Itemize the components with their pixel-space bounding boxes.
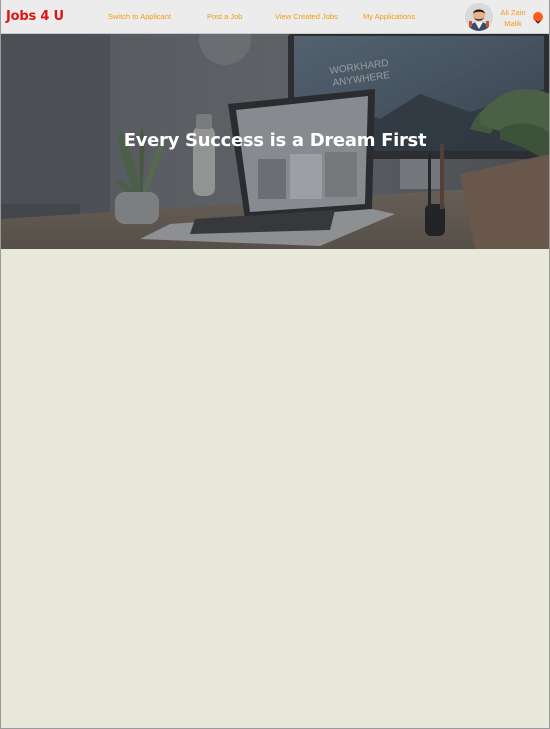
- avatar-illustration: [465, 3, 493, 31]
- nav-post-a-job[interactable]: Post a Job: [207, 12, 242, 21]
- user-avatar-icon[interactable]: [465, 3, 493, 31]
- navbar: Jobs 4 U Switch to Applicant Post a Job …: [0, 0, 550, 34]
- chevron-down-icon: [535, 20, 541, 24]
- brand-logo[interactable]: Jobs 4 U: [6, 9, 64, 24]
- nav-switch-to-applicant[interactable]: Switch to Applicant: [108, 12, 171, 21]
- nav-my-applications[interactable]: My Applications: [363, 12, 415, 21]
- user-menu-dropdown[interactable]: [533, 12, 543, 24]
- nav-view-created-jobs[interactable]: View Created Jobs: [275, 12, 338, 21]
- hero-title: Every Success is a Dream First: [123, 130, 427, 151]
- main-content: [0, 249, 550, 729]
- user-name[interactable]: Ali Zain Malik: [498, 7, 528, 29]
- hero-banner: WORKHARD ANYWHERE Every Success is a Dre…: [0, 34, 550, 249]
